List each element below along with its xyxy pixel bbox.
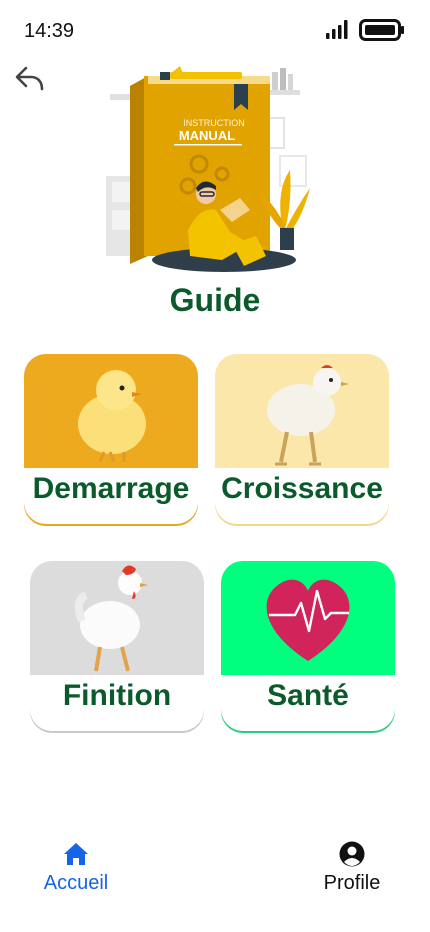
card-finition[interactable]: Finition bbox=[30, 561, 204, 731]
page-title: Guide bbox=[169, 282, 261, 318]
card-croissance[interactable]: Croissance bbox=[215, 354, 389, 524]
card-label: Croissance bbox=[221, 472, 383, 505]
card-label: Santé bbox=[267, 679, 349, 712]
card-label: Finition bbox=[62, 679, 172, 712]
card-label-container: Finition bbox=[30, 675, 204, 731]
battery-icon bbox=[359, 19, 404, 41]
heart-pulse-image bbox=[221, 561, 395, 675]
home-icon bbox=[64, 843, 88, 865]
chick-image bbox=[24, 354, 198, 468]
nav-home[interactable]: Accueil bbox=[30, 840, 122, 895]
card-demarrage[interactable]: Demarrage bbox=[24, 354, 198, 524]
manual-illustration: INSTRUCTION MANUAL bbox=[104, 60, 310, 280]
card-label: Demarrage bbox=[32, 472, 190, 505]
nav-home-label: Accueil bbox=[43, 872, 109, 894]
undo-arrow-icon bbox=[15, 66, 44, 91]
card-label-container: Croissance bbox=[215, 468, 389, 524]
book-title-line1: INSTRUCTION bbox=[183, 118, 245, 128]
signal-icon bbox=[326, 20, 348, 39]
card-sante[interactable]: Santé bbox=[221, 561, 395, 731]
nav-profile[interactable]: Profile bbox=[306, 840, 398, 895]
card-label-container: Santé bbox=[221, 675, 395, 731]
back-button[interactable] bbox=[14, 62, 46, 94]
user-circle-icon bbox=[339, 841, 365, 867]
nav-profile-label: Profile bbox=[323, 872, 381, 894]
book-title-line2: MANUAL bbox=[179, 128, 235, 143]
status-bar: 14:39 bbox=[0, 0, 430, 62]
white-chicken-image bbox=[215, 354, 389, 468]
status-time: 14:39 bbox=[24, 20, 75, 42]
card-label-container: Demarrage bbox=[24, 468, 198, 524]
rooster-image bbox=[30, 561, 204, 675]
